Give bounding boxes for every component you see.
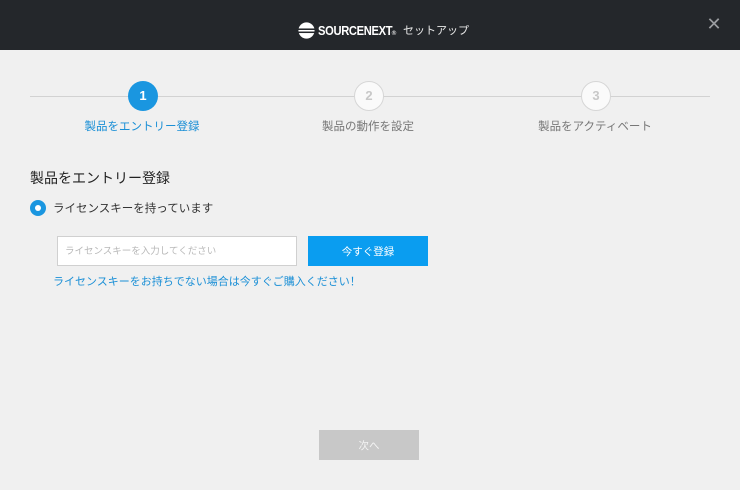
section-title: 製品をエントリー登録 [30,171,170,187]
step-2-label: 製品の動作を設定 [322,119,414,133]
step-2-indicator: 2 [354,81,384,111]
register-now-button[interactable]: 今すぐ登録 [308,236,428,266]
sourcenext-logo-icon [298,21,315,39]
close-button[interactable]: ✕ [704,15,724,35]
purchase-link[interactable]: ライセンスキーをお持ちでない場合は今すぐご購入ください！ [53,273,361,289]
title-bar: SOURCENEXT ® セットアップ ✕ [0,0,740,50]
next-button[interactable]: 次へ [319,430,419,460]
brand-name: SOURCENEXT [318,22,393,38]
close-icon: ✕ [706,14,722,35]
step-1-indicator: 1 [128,81,158,111]
license-option-radio[interactable] [30,200,46,216]
step-1-label: 製品をエントリー登録 [84,119,200,133]
window-title: セットアップ [403,24,469,37]
license-key-input[interactable] [57,236,297,266]
step-3-label: 製品をアクティベート [538,119,652,133]
brand: SOURCENEXT ® セットアップ [298,20,469,40]
step-3-indicator: 3 [581,81,611,111]
license-option-label: ライセンスキーを持っています [53,201,214,215]
license-option[interactable]: ライセンスキーを持っています [30,200,213,216]
